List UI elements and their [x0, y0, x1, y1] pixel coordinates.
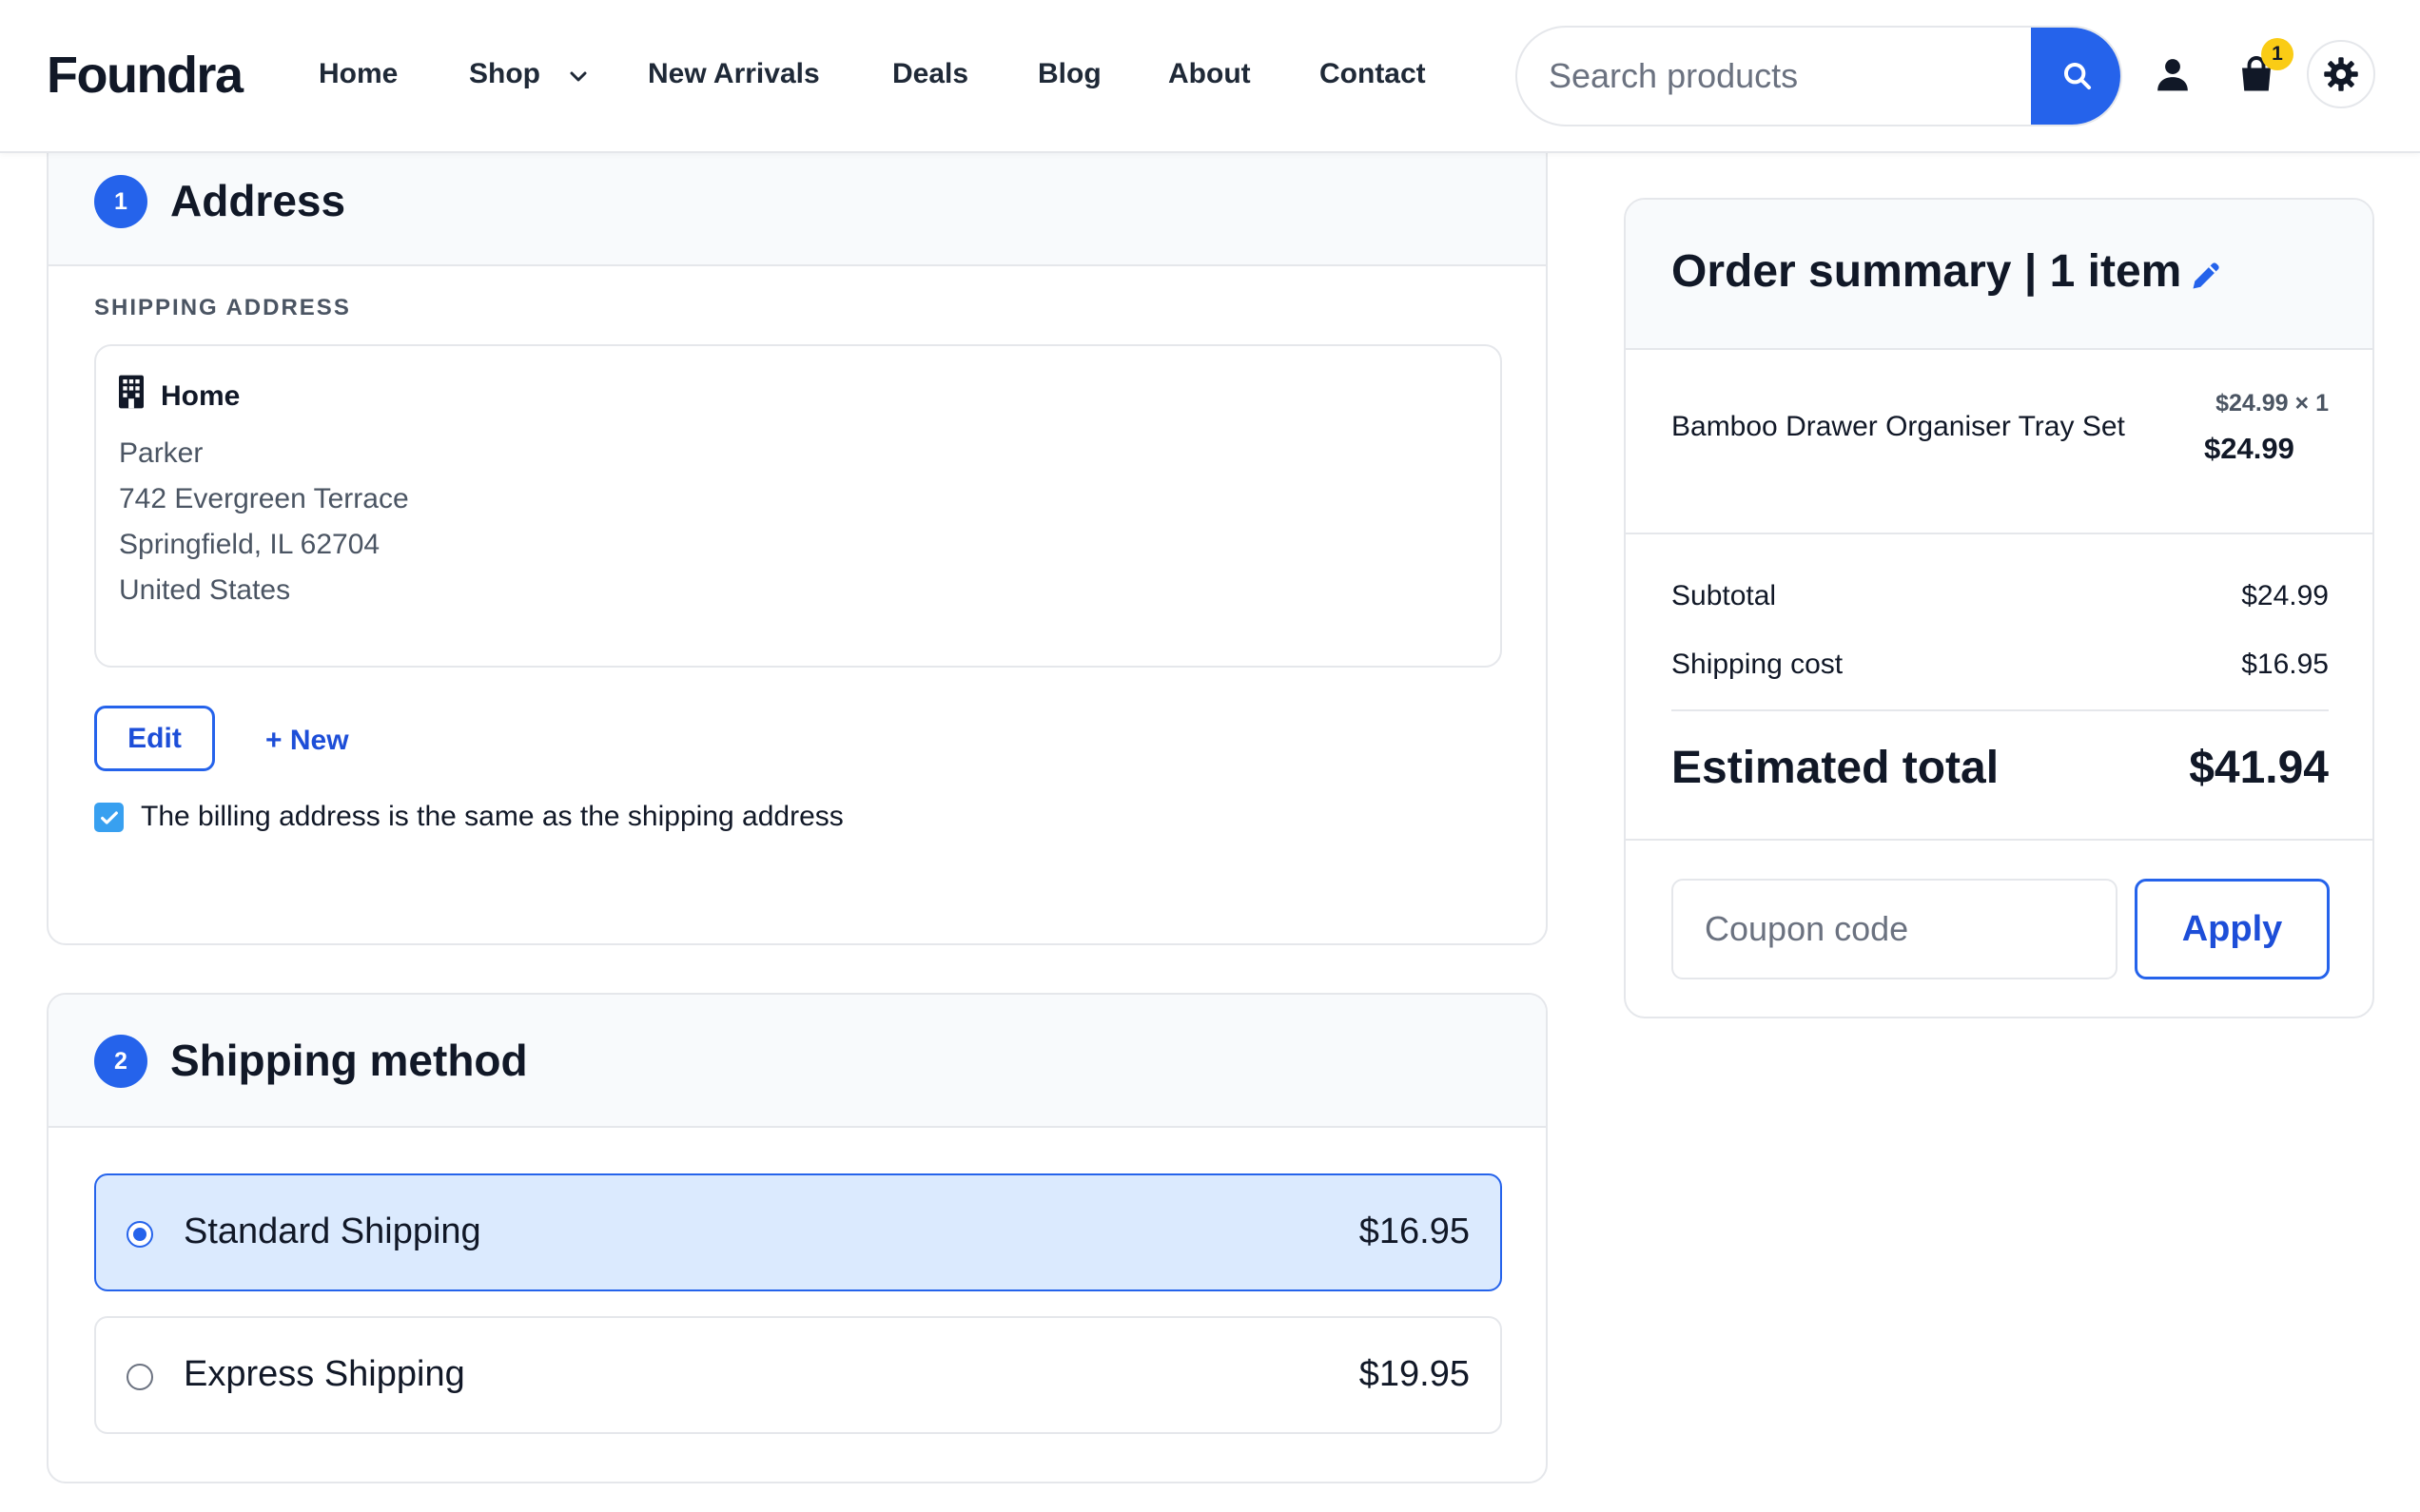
address-line: United States	[119, 574, 291, 606]
settings-button[interactable]	[2307, 40, 2375, 108]
order-summary: Order summary | 1 item Bamboo Drawer Org…	[1624, 198, 2374, 1018]
address-title: Address	[170, 176, 346, 225]
nav-contact[interactable]: Contact	[1319, 58, 1426, 90]
subtotal-label: Subtotal	[1671, 580, 1777, 611]
user-icon	[2157, 59, 2188, 91]
search-input[interactable]	[1517, 28, 2031, 125]
step-number: 2	[94, 1035, 147, 1088]
check-icon	[100, 810, 118, 824]
order-summary-title: Order summary | 1 item	[1671, 246, 2182, 297]
step-number: 1	[94, 175, 147, 228]
logo[interactable]: Foundra	[47, 46, 244, 105]
item-name: Bamboo Drawer Organiser Tray Set	[1671, 411, 2125, 442]
shipping-title: Shipping method	[170, 1036, 528, 1085]
shipping-address-label: SHIPPING ADDRESS	[94, 295, 351, 320]
building-icon	[119, 375, 144, 409]
item-unit-price: $24.99 × 1	[2215, 390, 2329, 417]
shipping-option-standard[interactable]: Standard Shipping $16.95	[94, 1173, 1502, 1291]
order-summary-header: Order summary | 1 item	[1626, 200, 2372, 350]
divider	[1626, 839, 2372, 841]
chevron-down-icon[interactable]	[567, 65, 590, 87]
gear-icon	[2324, 57, 2358, 91]
shipping-cost-label: Shipping cost	[1671, 649, 1844, 680]
apply-coupon-button[interactable]: Apply	[2135, 879, 2330, 979]
shipping-option-price: $16.95	[1358, 1212, 1470, 1251]
nav-new-arrivals[interactable]: New Arrivals	[648, 58, 820, 90]
estimated-total-label: Estimated total	[1671, 743, 2000, 793]
divider	[1626, 533, 2372, 534]
divider	[1671, 709, 2329, 711]
new-address-button[interactable]: + New	[265, 725, 349, 757]
edit-address-button[interactable]: Edit	[94, 706, 215, 771]
address-line: Springfield, IL 62704	[119, 529, 381, 560]
coupon-input[interactable]	[1671, 879, 2118, 979]
address-line: Parker	[119, 437, 204, 469]
account-button[interactable]	[2154, 51, 2192, 97]
shipping-option-price: $19.95	[1358, 1354, 1470, 1394]
address-name: Home	[161, 380, 241, 412]
cart-count-badge: 1	[2261, 38, 2293, 70]
address-entry[interactable]: Home Parker 742 Evergreen Terrace Spring…	[94, 344, 1502, 668]
shipping-cost-value: $16.95	[2241, 649, 2329, 680]
address-line: 742 Evergreen Terrace	[119, 483, 409, 514]
nav-blog[interactable]: Blog	[1038, 58, 1102, 90]
nav-deals[interactable]: Deals	[892, 58, 968, 90]
radio-selected[interactable]	[127, 1221, 153, 1248]
shipping-option-express[interactable]: Express Shipping $19.95	[94, 1316, 1502, 1434]
shipping-option-name: Express Shipping	[184, 1354, 465, 1394]
search-icon	[2063, 62, 2092, 90]
search-bar	[1515, 26, 2122, 126]
subtotal-value: $24.99	[2241, 580, 2329, 611]
shipping-method-card: 2 Shipping method Standard Shipping $16.…	[47, 993, 1548, 1483]
address-card: 1 Address SHIPPING ADDRESS Home Parker 7…	[47, 124, 1548, 945]
shipping-card-header: 2 Shipping method	[49, 995, 1546, 1128]
billing-same-label[interactable]: The billing address is the same as the s…	[141, 801, 844, 833]
site-header: Foundra Home Shop New Arrivals Deals Blo…	[0, 0, 2420, 153]
pencil-icon[interactable]	[2189, 259, 2223, 293]
nav-about[interactable]: About	[1168, 58, 1251, 90]
radio-unselected[interactable]	[127, 1364, 153, 1390]
nav-home[interactable]: Home	[319, 58, 398, 90]
billing-same-checkbox[interactable]	[94, 803, 124, 832]
shipping-option-name: Standard Shipping	[184, 1212, 481, 1251]
nav-shop[interactable]: Shop	[469, 58, 540, 90]
estimated-total-value: $41.94	[2189, 743, 2329, 793]
search-button[interactable]	[2031, 28, 2120, 125]
item-total: $24.99	[2204, 432, 2294, 465]
